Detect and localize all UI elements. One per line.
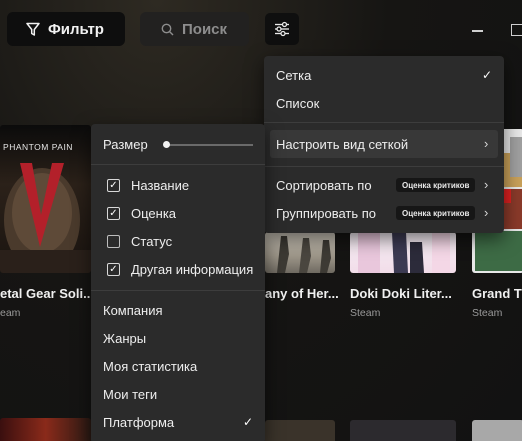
game-platform: Steam	[472, 307, 503, 319]
menu-item-list[interactable]: Список	[264, 89, 504, 117]
checkbox-empty-icon[interactable]	[107, 235, 120, 248]
menu-item-sort-label: Сортировать по	[276, 177, 372, 193]
game-cover[interactable]	[350, 420, 456, 441]
field-toggle-label: Название	[131, 177, 190, 193]
size-slider-handle[interactable]	[163, 141, 170, 148]
menu-item-grid-label: Сетка	[276, 67, 312, 83]
search-placeholder: Поиск	[182, 20, 228, 38]
search-icon	[161, 23, 174, 35]
game-cover-title: E PHANTOM PAIN	[0, 142, 73, 152]
menu-item-grid[interactable]: Сетка	[264, 61, 504, 89]
check-icon: ✓	[243, 415, 254, 429]
group-option-my-tags[interactable]: Мои теги	[91, 380, 265, 408]
menu-item-configure-grid-label: Настроить вид сеткой	[276, 136, 409, 152]
field-toggle-label: Другая информация	[131, 261, 254, 277]
checkbox-checked-icon[interactable]: ✓	[107, 263, 120, 276]
game-cover[interactable]	[265, 232, 335, 273]
group-option-label: Моя статистика	[103, 358, 198, 374]
game-title: etal Gear Soli...	[0, 286, 94, 301]
menu-divider	[264, 166, 504, 167]
filter-button[interactable]: Фильтр	[7, 12, 125, 46]
group-option-genres[interactable]: Жанры	[91, 324, 265, 352]
chevron-right-icon: ›	[484, 205, 489, 220]
game-title: Doki Doki Liter...	[350, 286, 452, 301]
group-option-label: Компания	[103, 302, 163, 318]
group-option-company[interactable]: Компания	[91, 296, 265, 324]
game-cover-art	[0, 163, 91, 273]
size-label: Размер	[103, 136, 148, 152]
view-options-menu: Сетка ✓ Список Настроить вид сеткой › Со…	[264, 56, 504, 233]
view-settings-button[interactable]	[265, 13, 299, 45]
game-cover[interactable]	[472, 420, 522, 441]
filter-button-label: Фильтр	[48, 20, 104, 38]
game-cover[interactable]: E PHANTOM PAIN	[0, 125, 91, 273]
game-cover[interactable]	[265, 420, 335, 441]
sort-value-badge: Оценка критиков	[396, 178, 476, 192]
game-title: any of Her...	[265, 286, 339, 301]
game-cover[interactable]	[0, 418, 91, 441]
size-slider-track[interactable]	[167, 144, 253, 146]
group-option-label: Жанры	[103, 330, 147, 346]
group-option-label: Мои теги	[103, 386, 158, 402]
check-icon: ✓	[482, 68, 493, 82]
group-option-platform[interactable]: Платформа	[91, 408, 265, 436]
game-platform: Steam	[350, 307, 381, 319]
menu-item-list-label: Список	[276, 95, 320, 111]
minimize-icon[interactable]	[472, 30, 483, 32]
search-input[interactable]: Поиск	[140, 12, 249, 46]
grid-settings-menu: Размер Название ✓ Оценка ✓ Статус Другая…	[91, 124, 265, 441]
field-toggle-label: Оценка	[131, 205, 177, 221]
game-cover[interactable]	[350, 232, 456, 273]
menu-divider	[91, 290, 265, 291]
chevron-right-icon: ›	[484, 177, 489, 192]
menu-divider	[91, 164, 265, 165]
funnel-icon	[26, 22, 40, 36]
checkbox-checked-icon[interactable]: ✓	[107, 207, 120, 220]
field-toggle-label: Статус	[131, 233, 173, 249]
chevron-right-icon: ›	[484, 136, 489, 151]
group-option-my-stats[interactable]: Моя статистика	[91, 352, 265, 380]
maximize-icon[interactable]	[511, 24, 522, 36]
top-bar: Фильтр Поиск	[0, 0, 522, 60]
menu-item-configure-grid[interactable]: Настроить вид сеткой	[270, 130, 498, 158]
group-option-label: Платформа	[103, 414, 175, 430]
game-cover-art	[277, 236, 331, 273]
game-cover-art	[358, 232, 450, 273]
menu-item-group-label: Группировать по	[276, 205, 377, 221]
group-value-badge: Оценка критиков	[396, 206, 476, 220]
game-title: Grand Th	[472, 286, 522, 301]
checkbox-checked-icon[interactable]: ✓	[107, 179, 120, 192]
game-platform: eam	[0, 307, 21, 319]
menu-divider	[264, 122, 504, 123]
sliders-icon	[275, 21, 289, 37]
